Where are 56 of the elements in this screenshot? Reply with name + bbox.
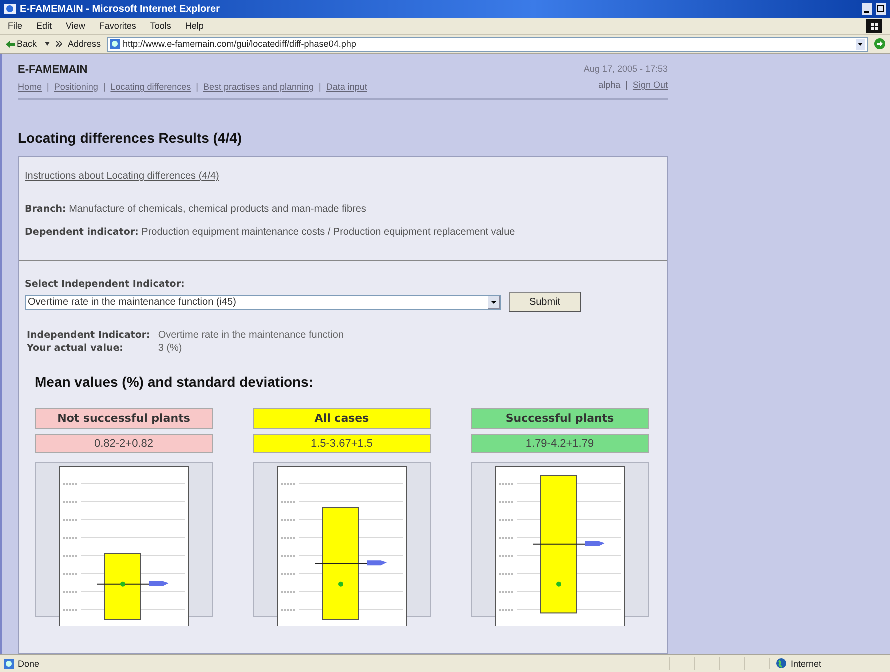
status-text: Done [18, 658, 40, 668]
minimize-icon[interactable] [862, 3, 872, 15]
indicator-dropdown[interactable]: Overtime rate in the maintenance function (i45) [25, 294, 501, 310]
globe-icon [776, 658, 787, 669]
summary-value: 3 (%) [158, 343, 184, 354]
security-zone: Internet [791, 658, 822, 668]
username: alpha [598, 80, 621, 90]
menu-item[interactable]: Favorites [99, 21, 136, 31]
nav-separator: | [626, 80, 628, 90]
address-field[interactable]: http://www.e-famemain.com/gui/locatediff/diff-phase04.php [107, 36, 868, 52]
nav-separator: | [47, 82, 50, 92]
stats-heading: Mean values (%) and standard deviations: [35, 374, 315, 390]
nav-link[interactable]: Positioning [54, 82, 98, 92]
detail-text: Dependent indicator: Production equipment maintenance costs / Production equipment replacement value [25, 227, 516, 238]
nav-link[interactable]: Locating differences [110, 82, 192, 92]
nav-separator: | [319, 82, 322, 92]
range-value: 1.5-3.67+1.5 [253, 434, 431, 453]
range-value: 0.82-2+0.82 [35, 434, 213, 453]
caret-icon[interactable] [45, 42, 50, 46]
select-label: Select Independent Indicator: [25, 279, 186, 290]
menu-item[interactable]: View [66, 21, 86, 31]
window-title: E-FAMEMAIN - Microsoft Internet Explorer [20, 4, 222, 14]
back-arrow-icon[interactable] [6, 40, 15, 48]
menu-item[interactable]: Tools [150, 21, 172, 31]
group-label: Not successful plants [35, 408, 213, 429]
address-label: Address [68, 39, 102, 49]
chevron-icon[interactable] [56, 41, 62, 47]
nav-separator: | [103, 82, 106, 92]
site-brand: E-FAMEMAIN [18, 64, 89, 76]
group-label: Successful plants [471, 408, 649, 429]
windows-logo-icon [866, 19, 882, 33]
date-time: Aug 17, 2005 - 17:53 [584, 64, 668, 74]
browser-icon [4, 3, 16, 15]
menu-item[interactable]: File [8, 21, 23, 31]
sign-out-link[interactable]: Sign Out [632, 80, 668, 90]
group-label: All cases [253, 408, 431, 429]
nav-separator: | [196, 82, 198, 92]
page-heading: Locating differences Results (4/4) [18, 130, 244, 146]
nav-link[interactable]: Best practises and planning [203, 82, 314, 92]
maximize-icon[interactable] [876, 3, 886, 15]
menu-item[interactable]: Edit [36, 21, 52, 31]
instructions-link[interactable]: Instructions about Locating differences (4/4) [25, 171, 220, 182]
nav-link[interactable]: Home [18, 82, 42, 92]
go-icon[interactable] [874, 38, 886, 50]
summary-value: Overtime rate in the maintenance function [158, 330, 346, 341]
detail-text: Branch: Manufacture of chemicals, chemical products and man-made fibres [25, 204, 368, 215]
dropdown-arrow-icon[interactable] [488, 296, 500, 308]
submit-button[interactable]: Submit [509, 292, 581, 312]
page-icon [110, 39, 120, 49]
menu-item[interactable]: Help [185, 21, 204, 31]
summary-label: Your actual value: [27, 343, 124, 354]
range-value: 1.79-4.2+1.79 [471, 434, 649, 453]
summary-label: Independent Indicator: [27, 330, 150, 341]
nav-link[interactable]: Data input [326, 82, 368, 92]
back-button[interactable]: Back [4, 39, 40, 49]
page-icon [4, 658, 14, 668]
